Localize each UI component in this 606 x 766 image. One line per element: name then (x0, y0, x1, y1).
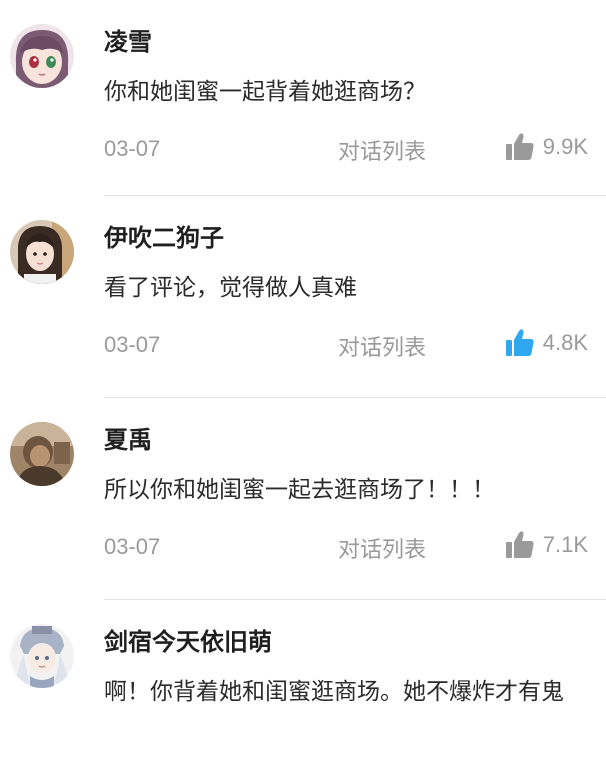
like-count: 4.8K (542, 330, 588, 355)
thumbs-up-icon (505, 531, 534, 558)
avatar-anime-girl-image (10, 24, 74, 88)
comment-date: 03-07 (104, 534, 161, 559)
avatar-anime-character-image (10, 624, 74, 688)
thumbs-up-icon (505, 329, 534, 356)
like-button[interactable]: 7.1K (505, 529, 588, 561)
avatar[interactable] (10, 624, 74, 688)
comment-text: 所以你和她闺蜜一起去逛商场了！！！ (104, 477, 495, 503)
thumbs-up-icon (505, 133, 534, 160)
comment-item: 剑宿今天依旧萌 啊！你背着她和闺蜜逛商场。她不爆炸才有鬼 (0, 600, 606, 766)
conversation-list-link[interactable]: 对话列表 (338, 330, 426, 362)
comment-text: 啊！你背着她和闺蜜逛商场。她不爆炸才有鬼 (104, 679, 564, 705)
like-count: 9.9K (542, 134, 588, 159)
comment-item: 夏禹 所以你和她闺蜜一起去逛商场了！！！ 03-07 对话列表 7.1K (0, 398, 606, 600)
username[interactable]: 剑宿今天依旧萌 (104, 622, 272, 657)
comment-item: 凌雪 你和她闺蜜一起背着她逛商场？ 03-07 对话列表 9.9K (0, 0, 606, 196)
comment-list: 凌雪 你和她闺蜜一起背着她逛商场？ 03-07 对话列表 9.9K 伊吹二狗子 … (0, 0, 606, 766)
avatar-sepia-photo-image (10, 422, 74, 486)
like-button[interactable]: 4.8K (505, 327, 588, 359)
username[interactable]: 凌雪 (104, 22, 152, 57)
comment-date: 03-07 (104, 136, 161, 161)
avatar[interactable] (10, 422, 74, 486)
comment-item: 伊吹二狗子 看了评论，觉得做人真难 03-07 对话列表 4.8K (0, 196, 606, 398)
like-count: 7.1K (542, 532, 588, 557)
username[interactable]: 夏禹 (104, 420, 152, 455)
conversation-list-link[interactable]: 对话列表 (338, 134, 426, 166)
username[interactable]: 伊吹二狗子 (104, 218, 224, 253)
comment-text: 你和她闺蜜一起背着她逛商场？ (104, 79, 426, 105)
comment-text: 看了评论，觉得做人真难 (104, 275, 357, 301)
conversation-list-link[interactable]: 对话列表 (338, 532, 426, 564)
comment-date: 03-07 (104, 332, 161, 357)
avatar-girl-photo-image (10, 220, 74, 284)
avatar[interactable] (10, 220, 74, 284)
avatar[interactable] (10, 24, 74, 88)
like-button[interactable]: 9.9K (505, 131, 588, 163)
